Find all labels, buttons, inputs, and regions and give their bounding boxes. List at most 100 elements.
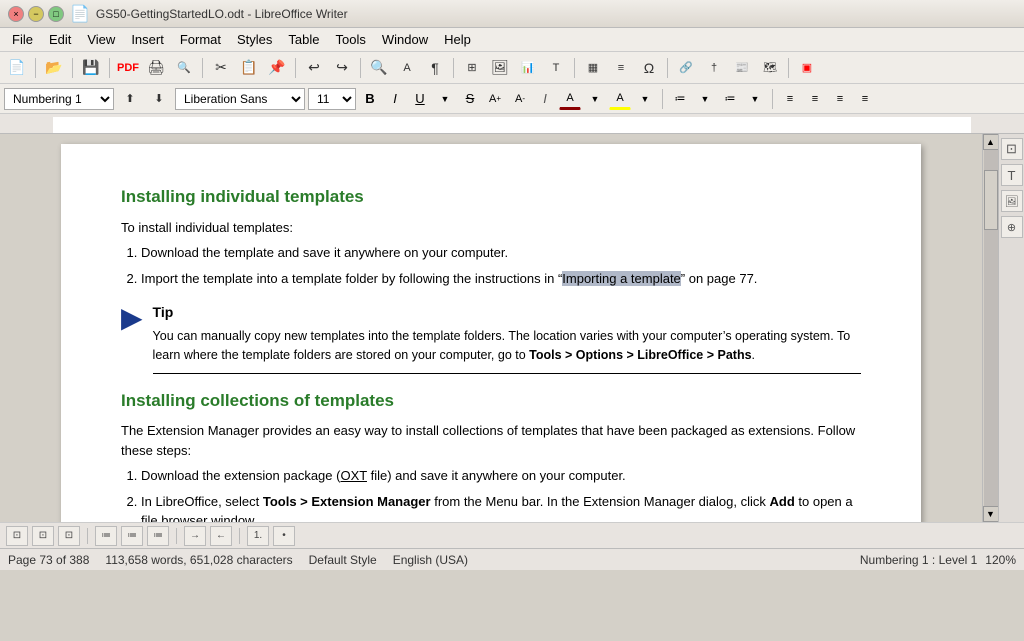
align-left-button[interactable]: ≡ bbox=[779, 88, 801, 110]
underline-text: OXT bbox=[340, 468, 367, 483]
sep6 bbox=[360, 58, 361, 78]
list-item-text: In LibreOffice, select Tools > Extension… bbox=[141, 494, 853, 523]
navigator-side-icon[interactable]: ⊕ bbox=[1001, 216, 1023, 238]
table-button[interactable]: ⊞ bbox=[459, 55, 485, 81]
list-style3[interactable]: ≔ bbox=[147, 526, 169, 546]
align-bottom-left[interactable]: ⊡ bbox=[6, 526, 28, 546]
align-right-button[interactable]: ≡ bbox=[829, 88, 851, 110]
bt-sep1 bbox=[87, 528, 88, 544]
style-indicator: Default Style bbox=[309, 553, 377, 567]
bold-button[interactable]: B bbox=[359, 88, 381, 110]
tip-content: Tip You can manually copy new templates … bbox=[153, 302, 861, 374]
maximize-button[interactable]: □ bbox=[48, 6, 64, 22]
font-color-dropdown[interactable]: ▼ bbox=[584, 88, 606, 110]
styles-icon[interactable]: T bbox=[1001, 164, 1023, 186]
list-item-text: Download the extension package (OXT file… bbox=[141, 468, 626, 483]
highlight-button[interactable]: A bbox=[609, 88, 631, 110]
list-item: Import the template into a template fold… bbox=[141, 269, 861, 289]
para-button[interactable]: ≡ bbox=[608, 55, 634, 81]
text-formatting-button[interactable]: A bbox=[394, 55, 420, 81]
paragraph-style-select[interactable]: Numbering 1 bbox=[4, 88, 114, 110]
columns-button[interactable]: ▦ bbox=[580, 55, 606, 81]
tip-text: You can manually copy new templates into… bbox=[153, 327, 861, 374]
font-color-button[interactable]: A bbox=[559, 88, 581, 110]
indent-more[interactable]: → bbox=[184, 526, 206, 546]
menu-insert[interactable]: Insert bbox=[123, 30, 172, 49]
list-numbered-button[interactable]: ≔ bbox=[719, 88, 741, 110]
menu-view[interactable]: View bbox=[79, 30, 123, 49]
sidebar-toggle-button[interactable]: ▣ bbox=[794, 55, 820, 81]
list-numbered-dropdown[interactable]: ▼ bbox=[744, 88, 766, 110]
italic-button[interactable]: I bbox=[384, 88, 406, 110]
font-name-select[interactable]: Liberation Sans bbox=[175, 88, 305, 110]
menu-table[interactable]: Table bbox=[280, 30, 327, 49]
new-button[interactable]: 📄 bbox=[4, 55, 30, 81]
minimize-button[interactable]: − bbox=[28, 6, 44, 22]
bullet-list-btn[interactable]: • bbox=[273, 526, 295, 546]
numbered-list-btn[interactable]: 1. bbox=[247, 526, 269, 546]
list-bullet-button[interactable]: ≔ bbox=[669, 88, 691, 110]
scrollbar-track[interactable] bbox=[984, 150, 998, 506]
word-count: 113,658 words, 651,028 characters bbox=[105, 553, 292, 567]
titlebar: × − □ 📄 GS50-GettingStartedLO.odt - Libr… bbox=[0, 0, 1024, 28]
list-dropdown[interactable]: ▼ bbox=[694, 88, 716, 110]
subscript-button[interactable]: A- bbox=[509, 88, 531, 110]
menu-file[interactable]: File bbox=[4, 30, 41, 49]
strikethrough-button[interactable]: S bbox=[459, 88, 481, 110]
side-panel: ⊡ T 🖼 ⊕ bbox=[998, 134, 1024, 522]
paste-button[interactable]: 📌 bbox=[264, 55, 290, 81]
menu-styles[interactable]: Styles bbox=[229, 30, 280, 49]
list-item-text: Download the template and save it anywhe… bbox=[141, 245, 508, 260]
menu-format[interactable]: Format bbox=[172, 30, 229, 49]
redo-button[interactable]: ↪ bbox=[329, 55, 355, 81]
italic-format-button[interactable]: I bbox=[534, 88, 556, 110]
superscript-button[interactable]: A+ bbox=[484, 88, 506, 110]
font-size-select[interactable]: 11 bbox=[308, 88, 356, 110]
statusbar-right: Numbering 1 : Level 1 120% bbox=[860, 553, 1016, 567]
indent-less[interactable]: ← bbox=[210, 526, 232, 546]
gallery-icon[interactable]: 🖼 bbox=[1001, 190, 1023, 212]
navigator-button[interactable]: 🗺 bbox=[757, 55, 783, 81]
list-style1[interactable]: ≔ bbox=[95, 526, 117, 546]
find-button[interactable]: 🔍 bbox=[366, 55, 392, 81]
textbox-button[interactable]: T bbox=[543, 55, 569, 81]
highlight-dropdown[interactable]: ▼ bbox=[634, 88, 656, 110]
underline-button[interactable]: U bbox=[409, 88, 431, 110]
copy-button[interactable]: 📋 bbox=[236, 55, 262, 81]
preview-button[interactable]: 🔍 bbox=[171, 55, 197, 81]
menu-edit[interactable]: Edit bbox=[41, 30, 79, 49]
close-button[interactable]: × bbox=[8, 6, 24, 22]
image-button[interactable]: 🖼 bbox=[487, 55, 513, 81]
menu-window[interactable]: Window bbox=[374, 30, 436, 49]
open-button[interactable]: 📂 bbox=[41, 55, 67, 81]
sep4 bbox=[202, 58, 203, 78]
pilcrow-button[interactable]: ¶ bbox=[422, 55, 448, 81]
tip-arrow-icon: ▶ bbox=[121, 304, 143, 332]
menu-help[interactable]: Help bbox=[436, 30, 479, 49]
align-bottom-center[interactable]: ⊡ bbox=[32, 526, 54, 546]
properties-icon[interactable]: ⊡ bbox=[1001, 138, 1023, 160]
page-style-button[interactable]: 📰 bbox=[729, 55, 755, 81]
special-char-button[interactable]: Ω bbox=[636, 55, 662, 81]
cut-button[interactable]: ✂ bbox=[208, 55, 234, 81]
decrease-indent-button[interactable]: ⬇ bbox=[146, 86, 172, 112]
increase-indent-button[interactable]: ⬆ bbox=[117, 86, 143, 112]
underline-dropdown[interactable]: ▼ bbox=[434, 88, 456, 110]
hyperlink-button[interactable]: 🔗 bbox=[673, 55, 699, 81]
bottom-toolbar: ⊡ ⊡ ⊡ ≔ ≔ ≔ → ← 1. • bbox=[0, 522, 1024, 548]
align-bottom-right[interactable]: ⊡ bbox=[58, 526, 80, 546]
footnote-button[interactable]: † bbox=[701, 55, 727, 81]
menu-tools[interactable]: Tools bbox=[327, 30, 373, 49]
print-button[interactable]: 🖨 bbox=[143, 55, 169, 81]
align-center-button[interactable]: ≡ bbox=[804, 88, 826, 110]
list-style2[interactable]: ≔ bbox=[121, 526, 143, 546]
scroll-down-button[interactable]: ▼ bbox=[983, 506, 999, 522]
scroll-up-button[interactable]: ▲ bbox=[983, 134, 999, 150]
window-title: GS50-GettingStartedLO.odt - LibreOffice … bbox=[96, 7, 348, 21]
chart-button[interactable]: 📊 bbox=[515, 55, 541, 81]
undo-button[interactable]: ↩ bbox=[301, 55, 327, 81]
align-justify-button[interactable]: ≡ bbox=[854, 88, 876, 110]
save-button[interactable]: 💾 bbox=[78, 55, 104, 81]
scrollbar-thumb[interactable] bbox=[984, 170, 998, 230]
pdf-button[interactable]: PDF bbox=[115, 55, 141, 81]
